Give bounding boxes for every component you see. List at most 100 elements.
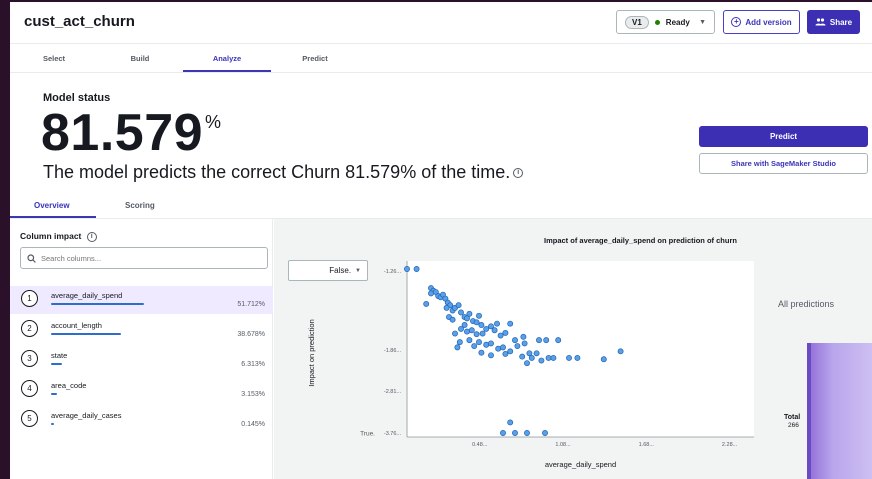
scatter-point bbox=[566, 354, 572, 361]
scatter-point bbox=[473, 331, 480, 338]
feature-impact-pct: 0.145% bbox=[241, 421, 265, 428]
version-status: Ready bbox=[665, 17, 690, 27]
plus-circle-icon: + bbox=[731, 17, 742, 27]
scatter-point bbox=[543, 337, 550, 344]
feature-row-average_daily_spend[interactable]: 1 average_daily_spend 51.712% bbox=[10, 286, 273, 314]
step-analyze[interactable]: Analyze bbox=[183, 54, 271, 63]
scatter-point bbox=[443, 304, 450, 311]
scatter-point bbox=[455, 302, 462, 309]
share-sagemaker-studio-button[interactable]: Share with SageMaker Studio bbox=[699, 153, 868, 174]
scatter-point bbox=[494, 320, 500, 327]
y-axis-label: Impact on prediction bbox=[307, 319, 316, 387]
scatter-point bbox=[507, 419, 514, 426]
scatter-point bbox=[478, 349, 485, 356]
feature-impact-bar bbox=[51, 303, 145, 305]
info-icon[interactable]: i bbox=[86, 231, 97, 242]
predict-button[interactable]: Predict bbox=[699, 126, 868, 147]
scatter-point bbox=[555, 337, 562, 344]
scatter-point bbox=[507, 320, 514, 327]
tab-scoring[interactable]: Scoring bbox=[125, 201, 155, 210]
scatter-point bbox=[524, 360, 530, 367]
info-icon[interactable]: i bbox=[513, 168, 524, 179]
impact-scatter-plot: -1.26... -1.86... -2.81... -3.76... True. 0.4… bbox=[307, 261, 754, 469]
share-label: Share bbox=[829, 17, 853, 27]
x-tick-label: 1.68... bbox=[639, 442, 655, 448]
x-tick-label: 1.08... bbox=[555, 442, 571, 448]
y-end-label-true: True. bbox=[360, 431, 375, 438]
scatter-point bbox=[488, 340, 494, 347]
accuracy-value: 81.579% bbox=[41, 104, 222, 162]
feature-name: average_daily_spend bbox=[51, 291, 123, 300]
search-columns-input[interactable] bbox=[41, 253, 241, 263]
feature-impact-pct: 51.712% bbox=[237, 301, 265, 308]
feature-impact-bar bbox=[51, 333, 121, 335]
y-tick-label: -3.76... bbox=[384, 431, 402, 437]
rank-badge: 2 bbox=[21, 320, 38, 337]
scatter-point bbox=[449, 316, 456, 323]
scatter-point bbox=[473, 319, 480, 326]
impact-chart-panel: Impact of average_daily_spend on predict… bbox=[274, 219, 872, 479]
scatter-point bbox=[428, 290, 434, 297]
feature-name: area_code bbox=[51, 381, 87, 390]
scatter-point bbox=[500, 344, 506, 351]
feature-row-account_length[interactable]: 2 account_length 38.678% bbox=[10, 316, 273, 344]
scatter-point bbox=[497, 332, 504, 339]
predictions-flow-edge bbox=[807, 343, 811, 479]
step-select[interactable]: Select bbox=[10, 54, 98, 63]
app-window: cust_act_churn V1 Ready ▼ + Add version … bbox=[10, 2, 872, 479]
scatter-point bbox=[458, 309, 464, 316]
share-button[interactable]: Share bbox=[807, 10, 860, 34]
scatter-point bbox=[600, 356, 607, 363]
scatter-point bbox=[479, 330, 486, 337]
scatter-point bbox=[502, 351, 509, 357]
scatter-point bbox=[514, 343, 521, 350]
scatter-point bbox=[521, 340, 528, 347]
scatter-point bbox=[533, 350, 540, 357]
step-predict[interactable]: Predict bbox=[271, 54, 359, 63]
scatter-point bbox=[476, 339, 482, 346]
y-tick-label: -1.86... bbox=[384, 348, 402, 354]
version-badge: V1 bbox=[625, 15, 649, 29]
scatter-point bbox=[464, 315, 470, 322]
version-select[interactable]: V1 Ready ▼ bbox=[616, 10, 715, 34]
scatter-point bbox=[491, 327, 498, 334]
scatter-point bbox=[478, 322, 485, 328]
scatter-point bbox=[452, 330, 458, 337]
scatter-point bbox=[574, 354, 581, 361]
search-columns-field[interactable] bbox=[20, 247, 268, 269]
scatter-point bbox=[476, 312, 482, 319]
model-title: cust_act_churn bbox=[24, 13, 135, 30]
scatter-point bbox=[617, 348, 624, 355]
feature-row-area_code[interactable]: 4 area_code 3.153% bbox=[10, 376, 273, 404]
scatter-point bbox=[542, 430, 548, 436]
model-status-label: Model status bbox=[43, 92, 111, 104]
scatter-point bbox=[524, 430, 530, 436]
feature-name: account_length bbox=[51, 321, 102, 330]
scatter-point bbox=[528, 354, 535, 361]
feature-row-state[interactable]: 3 state 6.313% bbox=[10, 346, 273, 374]
header-bar: cust_act_churn V1 Ready ▼ + Add version … bbox=[10, 2, 872, 44]
x-axis-label: average_daily_spend bbox=[545, 460, 616, 469]
feature-impact-pct: 38.678% bbox=[237, 331, 265, 338]
scatter-point bbox=[512, 430, 518, 436]
scatter-point bbox=[471, 343, 478, 350]
rank-badge: 1 bbox=[21, 290, 38, 307]
scatter-point bbox=[536, 337, 542, 344]
feature-impact-bar bbox=[51, 423, 54, 425]
scatter-point bbox=[500, 430, 506, 436]
x-tick-label: 2.28... bbox=[722, 442, 738, 448]
scatter-point bbox=[507, 348, 514, 355]
scatter-point bbox=[538, 357, 545, 364]
step-build[interactable]: Build bbox=[96, 54, 184, 63]
scatter-point bbox=[423, 300, 430, 307]
tab-overview[interactable]: Overview bbox=[34, 201, 70, 210]
scatter-point bbox=[495, 345, 502, 352]
feature-row-average_daily_cases[interactable]: 5 average_daily_cases 0.145% bbox=[10, 406, 273, 434]
more-vertical-icon[interactable]: ⋮ bbox=[868, 14, 872, 28]
add-version-button[interactable]: + Add version bbox=[723, 10, 800, 34]
all-predictions-label: All predictions bbox=[778, 299, 835, 309]
x-tick-label: 0.48... bbox=[472, 442, 488, 448]
total-label: Total bbox=[784, 414, 801, 421]
scatter-point bbox=[464, 328, 470, 335]
scatter-point bbox=[413, 266, 420, 272]
